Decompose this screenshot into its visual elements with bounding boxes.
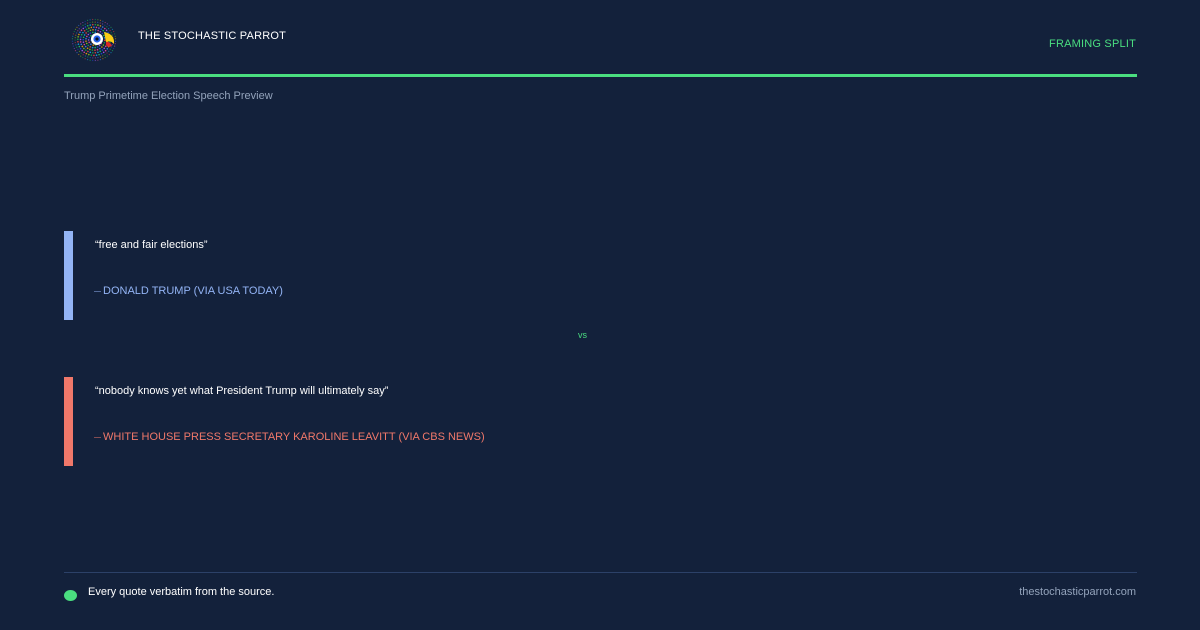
versus-label: vs <box>578 330 587 340</box>
quote-text: “nobody knows yet what President Trump w… <box>95 385 389 397</box>
quote-text: “free and fair elections” <box>95 239 208 251</box>
parrot-logo-icon <box>70 17 118 63</box>
quote-attribution: — WHITE HOUSE PRESS SECRETARY KAROLINE LE… <box>94 431 485 443</box>
share-card: THE STOCHASTIC PARROT FRAMING SPLIT Trum… <box>0 0 1200 630</box>
story-title: Trump Primetime Election Speech Preview <box>64 90 273 102</box>
quote-accent-bar <box>64 377 73 466</box>
footer-note: Every quote verbatim from the source. <box>88 586 275 598</box>
quote-card-leavitt: “nobody knows yet what President Trump w… <box>64 377 1064 466</box>
attribution-text: WHITE HOUSE PRESS SECRETARY KAROLINE LEA… <box>103 431 485 443</box>
site-link[interactable]: thestochasticparrot.com <box>1019 586 1136 598</box>
status-dot-icon <box>64 590 77 601</box>
header-divider <box>64 74 1137 77</box>
framing-tag: FRAMING SPLIT <box>1049 38 1136 50</box>
quote-attribution: — DONALD TRUMP (VIA USA TODAY) <box>94 285 283 297</box>
quote-card-trump: “free and fair elections” — DONALD TRUMP … <box>64 231 1064 320</box>
dash-glyph: — <box>94 434 101 441</box>
footer-divider <box>64 572 1137 573</box>
quote-accent-bar <box>64 231 73 320</box>
attribution-text: DONALD TRUMP (VIA USA TODAY) <box>103 285 283 297</box>
dash-glyph: — <box>94 288 101 295</box>
brand-name: THE STOCHASTIC PARROT <box>138 30 287 42</box>
